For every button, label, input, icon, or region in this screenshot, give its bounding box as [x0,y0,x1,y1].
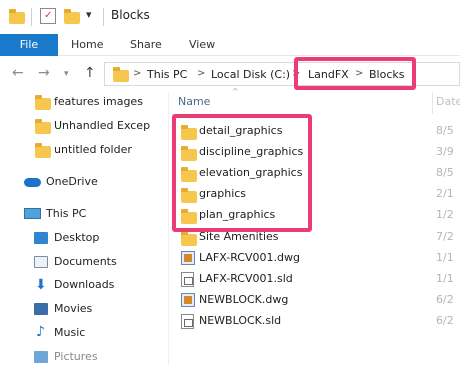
navigation-pane: features images Unhandled Excep untitled… [0,92,168,365]
tab-share[interactable]: Share [130,34,162,56]
sidebar-item-music[interactable]: ♪ Music [0,323,168,343]
file-date: 1/1 [436,251,454,264]
folder-icon [113,67,129,82]
breadcrumb-separator: > [133,68,142,79]
folder-icon [181,231,197,246]
tab-file[interactable]: File [0,34,58,56]
divider [31,8,32,26]
sld-file-icon [181,272,194,287]
pictures-icon [34,351,48,363]
file-date: 2/1 [436,187,454,200]
sld-file-icon [181,314,194,329]
column-divider[interactable] [432,92,433,114]
sidebar-item-this-pc[interactable]: This PC [0,204,168,224]
sidebar-item-label: Movies [54,302,93,315]
list-item[interactable]: LAFX-RCV001.sld 1/1 [170,269,460,290]
properties-icon[interactable]: ✓ [40,8,56,24]
sidebar-item-pictures[interactable]: Pictures [0,347,168,365]
file-date: 8/5 [436,166,454,179]
movies-icon [34,303,48,315]
sidebar-item-label: Unhandled Excep [54,119,151,132]
folder-icon [9,9,25,24]
file-name: NEWBLOCK.dwg [199,293,289,306]
dwg-file-icon [181,293,195,307]
file-name: NEWBLOCK.sld [199,314,282,327]
ribbon: File Home Share View [0,34,460,56]
music-icon: ♪ [36,324,45,340]
desktop-icon [34,232,48,244]
sidebar-item-onedrive[interactable]: OneDrive [0,172,168,192]
sidebar-item-label: untitled folder [54,143,132,156]
sidebar-item-label: Documents [54,255,117,268]
address-row: ← → ▾ ↑ > This PC > Local Disk (C:) > La… [0,56,460,92]
breadcrumb-separator: > [197,68,206,79]
column-header-date[interactable]: Date [436,95,460,108]
downloads-icon: ⬇ [35,277,47,293]
breadcrumb-this-pc[interactable]: This PC [147,68,187,81]
file-date: 1/1 [436,272,454,285]
tab-view[interactable]: View [189,34,215,56]
highlight-frame-folders [172,114,312,232]
back-arrow-icon[interactable]: ← [12,65,24,81]
sidebar-item-label: Music [54,326,86,339]
documents-icon [34,256,48,268]
recent-dropdown-icon[interactable]: ▾ [64,69,69,79]
file-date: 3/9 [436,145,454,158]
sidebar-item-label: Downloads [54,278,115,291]
quick-access-dropdown-icon[interactable]: ▾ [86,8,92,21]
highlight-frame-breadcrumb [294,57,416,90]
folder-icon [35,143,51,158]
forward-arrow-icon[interactable]: → [38,65,50,81]
file-date: 6/2 [436,293,454,306]
cloud-icon [24,178,41,187]
file-name: LAFX-RCV001.dwg [199,251,300,264]
dwg-file-icon [181,251,195,265]
title-bar: ✓ ▾ Blocks [0,0,460,34]
sidebar-item-desktop[interactable]: Desktop [0,228,168,248]
sidebar-item-label: Desktop [54,231,100,244]
sidebar-item-unhandled-excep[interactable]: Unhandled Excep [0,116,168,136]
sidebar-item-downloads[interactable]: ⬇ Downloads [0,275,168,295]
list-item[interactable]: NEWBLOCK.sld 6/2 [170,311,460,332]
sidebar-item-movies[interactable]: Movies [0,299,168,319]
sidebar-item-features-images[interactable]: features images [0,92,168,112]
list-item[interactable]: NEWBLOCK.dwg 6/2 [170,290,460,311]
sidebar-item-label: features images [54,95,143,108]
computer-icon [24,208,41,219]
sort-indicator-icon: ^ [232,87,239,96]
up-arrow-icon[interactable]: ↑ [84,65,96,81]
sidebar-item-documents[interactable]: Documents [0,252,168,272]
file-date: 8/5 [436,124,454,137]
divider [103,8,104,26]
file-date: 6/2 [436,314,454,327]
column-header-name[interactable]: Name [178,95,210,108]
sidebar-item-label: Pictures [54,350,98,363]
file-date: 7/2 [436,230,454,243]
file-name: LAFX-RCV001.sld [199,272,293,285]
sidebar-item-untitled-folder[interactable]: untitled folder [0,140,168,160]
tab-home[interactable]: Home [71,34,103,56]
list-item[interactable]: LAFX-RCV001.dwg 1/1 [170,248,460,269]
sidebar-item-label: OneDrive [46,175,98,188]
file-date: 1/2 [436,208,454,221]
folder-icon [35,119,51,134]
new-folder-icon[interactable] [64,9,80,24]
folder-icon [35,95,51,110]
window-title: Blocks [111,8,150,22]
sidebar-item-label: This PC [46,207,87,220]
pane-divider [168,92,169,365]
breadcrumb-local-disk[interactable]: Local Disk (C:) [211,68,290,81]
